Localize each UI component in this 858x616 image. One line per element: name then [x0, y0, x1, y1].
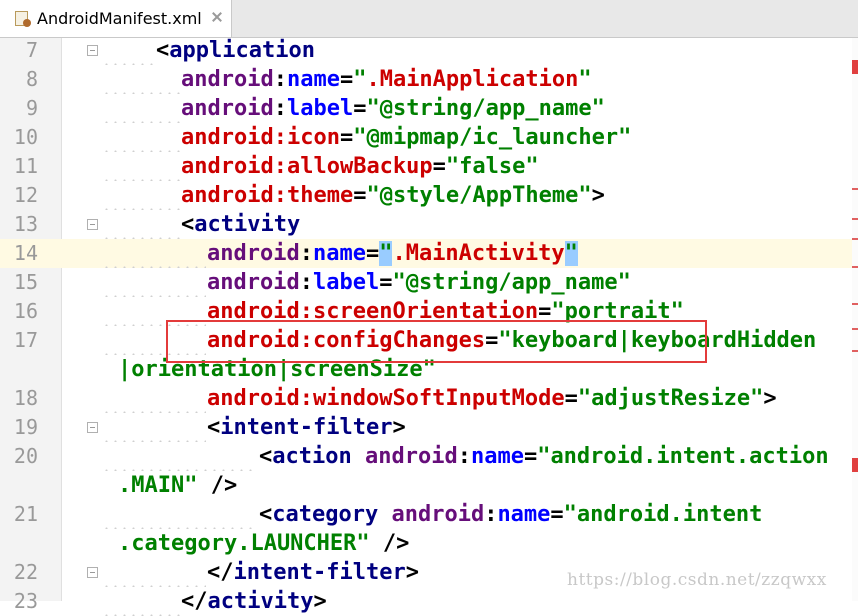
- code-line-wrapped: .category.LAUNCHER" />: [0, 529, 858, 558]
- code-line: 20 <action android:name="android.intent.…: [0, 442, 858, 471]
- code-line: 13 <activity: [0, 210, 858, 239]
- code-text: android:theme="@style/AppTheme">: [181, 183, 605, 208]
- code-text: .category.LAUNCHER" />: [118, 531, 410, 556]
- watermark-text: https://blog.csdn.net/zzqwxx: [567, 570, 827, 590]
- indent-guide: [102, 152, 180, 181]
- fold-collapse-icon[interactable]: [87, 219, 98, 230]
- error-marker[interactable]: [852, 458, 858, 472]
- indent-guide: [102, 384, 206, 413]
- indent-guide: [102, 210, 180, 239]
- line-number: 19: [13, 415, 38, 439]
- fold-collapse-icon[interactable]: [87, 422, 98, 433]
- line-number: 16: [13, 299, 38, 323]
- line-number: 18: [13, 386, 38, 410]
- code-text: android:icon="@mipmap/ic_launcher": [181, 125, 632, 150]
- line-number: 13: [13, 212, 38, 236]
- indent-guide: [102, 558, 206, 587]
- line-number: 12: [13, 183, 38, 207]
- code-line: 10 android:icon="@mipmap/ic_launcher": [0, 123, 858, 152]
- warning-marker[interactable]: [852, 218, 858, 220]
- code-text: android:label="@string/app_name": [181, 96, 605, 121]
- fold-expand-icon[interactable]: [87, 567, 98, 578]
- code-line: 8 android:name=".MainApplication": [0, 65, 858, 94]
- line-number: 22: [13, 560, 38, 584]
- code-line: 18 android:windowSoftInputMode="adjustRe…: [0, 384, 858, 413]
- code-text: </intent-filter>: [207, 560, 419, 585]
- fold-collapse-icon[interactable]: [87, 45, 98, 56]
- tab-title: AndroidManifest.xml: [37, 9, 202, 28]
- indent-guide: [102, 65, 180, 94]
- code-text: <category android:name="android.intent: [259, 502, 763, 527]
- code-line: 15 android:label="@string/app_name": [0, 268, 858, 297]
- code-text: android:allowBackup="false": [181, 154, 539, 179]
- warning-marker[interactable]: [852, 328, 858, 330]
- screen-orientation-highlight-box: [166, 320, 707, 363]
- indent-guide: [102, 181, 180, 210]
- warning-marker[interactable]: [852, 350, 858, 352]
- editor-tab-bar: AndroidManifest.xml: [0, 0, 858, 38]
- code-text: <application: [156, 38, 315, 63]
- warning-marker[interactable]: [852, 266, 858, 268]
- indent-guide: [102, 239, 206, 268]
- indent-guide: [102, 500, 257, 529]
- close-icon[interactable]: [211, 11, 223, 23]
- indent-guide: [102, 442, 257, 471]
- code-line: 9 android:label="@string/app_name": [0, 94, 858, 123]
- code-text: <action android:name="android.intent.act…: [259, 444, 829, 469]
- xml-manifest-icon: [14, 10, 31, 27]
- error-stripe-scrollbar[interactable]: [852, 38, 858, 601]
- indent-guide: [102, 268, 206, 297]
- warning-marker[interactable]: [852, 303, 858, 305]
- code-text: android:windowSoftInputMode="adjustResiz…: [207, 386, 777, 411]
- code-text: .MAIN" />: [118, 473, 238, 498]
- code-line: 23 </activity>: [0, 587, 858, 616]
- line-number: 15: [13, 270, 38, 294]
- line-number: 21: [13, 502, 38, 526]
- code-text: <intent-filter>: [207, 415, 406, 440]
- code-text: android:name=".MainActivity": [207, 241, 578, 266]
- code-text: android:name=".MainApplication": [181, 67, 592, 92]
- code-text: </activity>: [181, 589, 327, 614]
- code-line: 7 <application: [0, 36, 858, 65]
- line-number: 9: [25, 96, 38, 120]
- line-number: 14: [13, 241, 38, 265]
- indent-guide: [102, 413, 206, 442]
- indent-guide: [102, 587, 180, 616]
- indent-guide: [102, 36, 156, 65]
- line-number: 23: [13, 589, 38, 613]
- code-line: 11 android:allowBackup="false": [0, 152, 858, 181]
- code-text: android:label="@string/app_name": [207, 270, 631, 295]
- warning-marker[interactable]: [852, 238, 858, 240]
- code-line-wrapped: .MAIN" />: [0, 471, 858, 500]
- error-marker[interactable]: [852, 60, 858, 74]
- code-editor[interactable]: 7 <application 8 android:name=".MainAppl…: [0, 36, 858, 616]
- code-line: 12 android:theme="@style/AppTheme">: [0, 181, 858, 210]
- code-line: 21 <category android:name="android.inten…: [0, 500, 858, 529]
- line-number: 17: [13, 328, 38, 352]
- line-number: 20: [13, 444, 38, 468]
- code-text: <activity: [181, 212, 301, 237]
- line-number: 10: [13, 125, 38, 149]
- line-number: 8: [25, 67, 38, 91]
- indent-guide: [102, 94, 180, 123]
- tab-android-manifest[interactable]: AndroidManifest.xml: [0, 0, 232, 37]
- line-number: 11: [13, 154, 38, 178]
- code-line: 19 <intent-filter>: [0, 413, 858, 442]
- warning-marker[interactable]: [852, 188, 858, 190]
- indent-guide: [102, 123, 180, 152]
- line-number: 7: [25, 38, 38, 62]
- code-line-current: 14 android:name=".MainActivity": [0, 239, 858, 268]
